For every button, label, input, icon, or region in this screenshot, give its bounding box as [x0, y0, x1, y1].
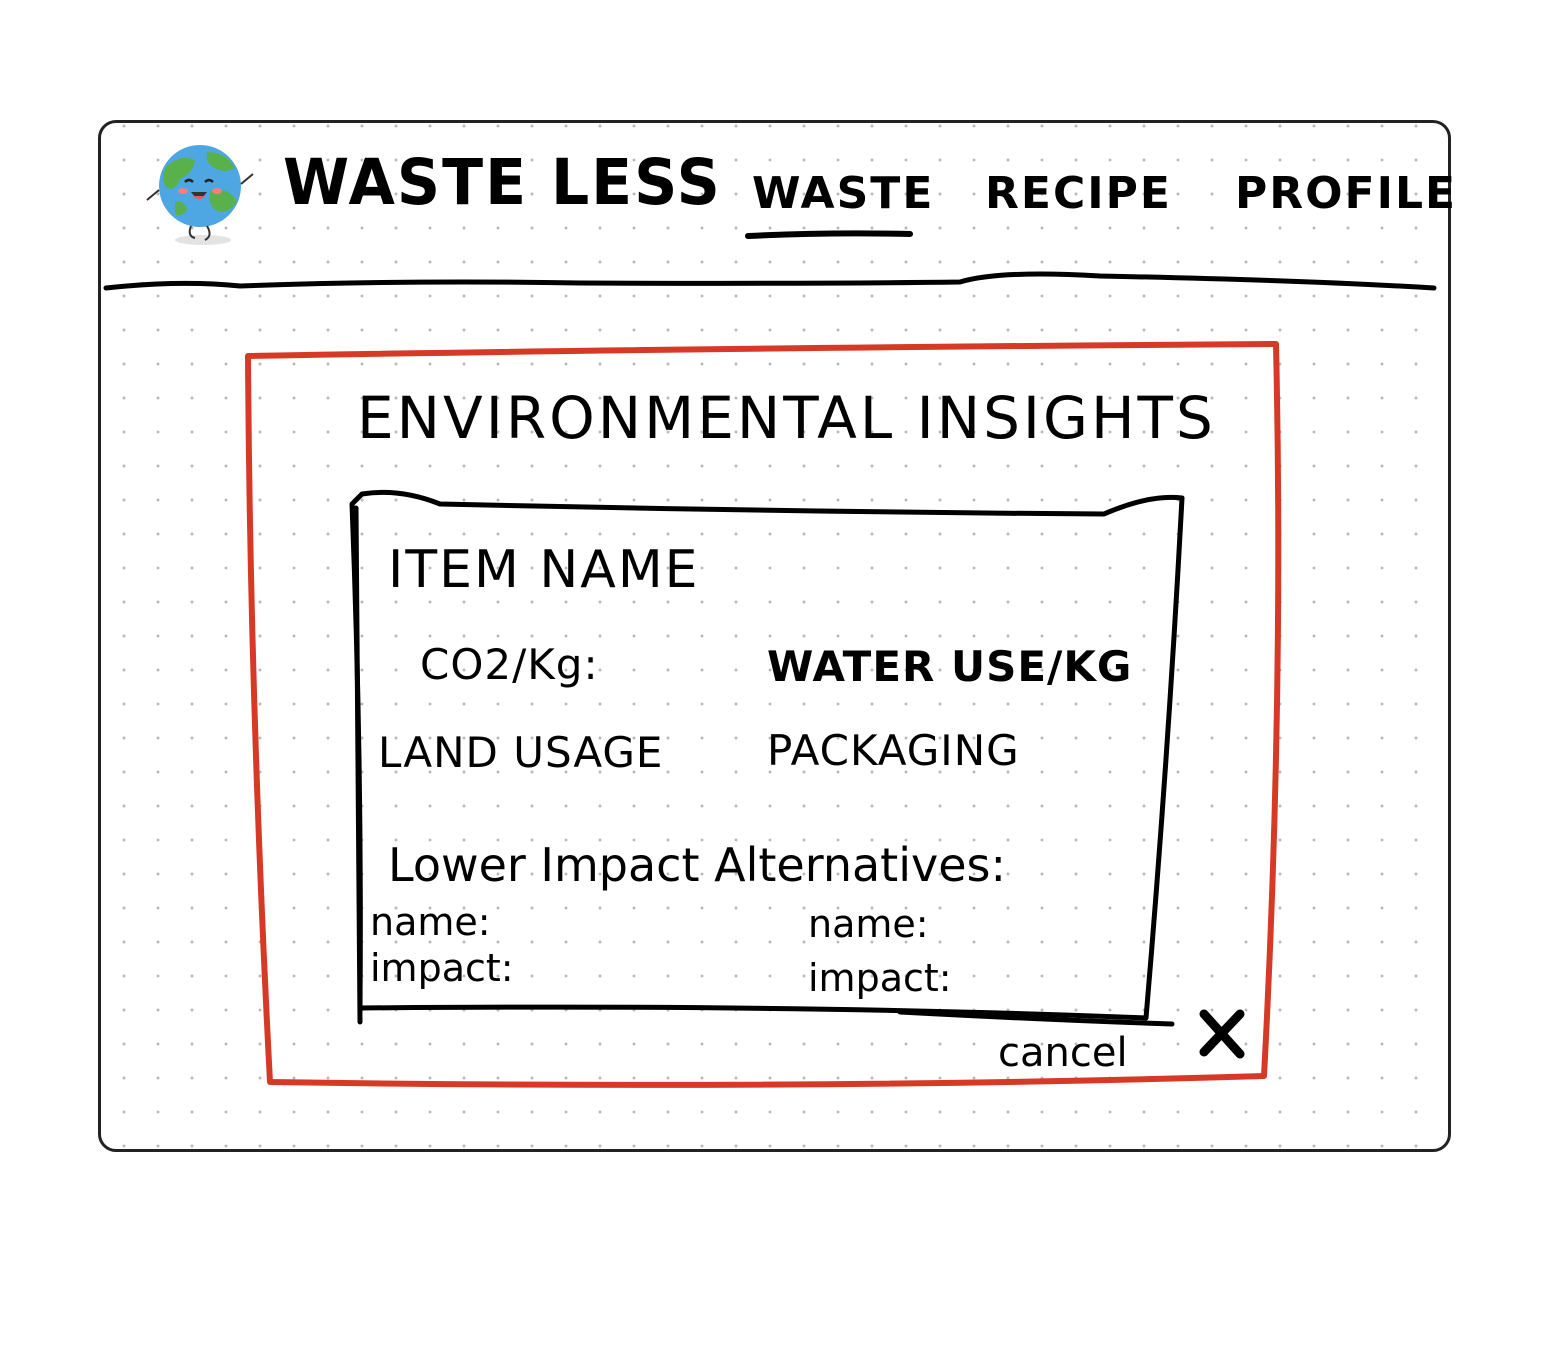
nav-tab-waste[interactable]: WASTE — [752, 168, 934, 219]
alternative-1-name-label: name: — [370, 900, 491, 944]
alternative-2-impact-label: impact: — [808, 956, 952, 1000]
close-icon[interactable] — [1196, 1008, 1248, 1060]
cancel-button[interactable]: cancel — [998, 1030, 1128, 1076]
land-usage-label: LAND USAGE — [378, 728, 664, 777]
packaging-label: PACKAGING — [767, 726, 1020, 775]
modal-title: ENVIRONMENTAL INSIGHTS — [357, 384, 1216, 452]
co2-per-kg-label: CO2/Kg: — [420, 640, 599, 689]
nav-tab-recipe[interactable]: RECIPE — [985, 168, 1172, 219]
item-name: ITEM NAME — [388, 540, 700, 600]
nav-tab-profile[interactable]: PROFILE — [1235, 168, 1457, 219]
alternatives-heading: Lower Impact Alternatives: — [388, 838, 1006, 892]
water-use-label: WATER USE/KG — [767, 642, 1133, 691]
alternative-1-impact-label: impact: — [370, 946, 514, 990]
app-title: WASTE LESS — [283, 146, 722, 220]
earth-mascot-icon — [146, 145, 254, 245]
alternative-2-name-label: name: — [808, 902, 929, 946]
